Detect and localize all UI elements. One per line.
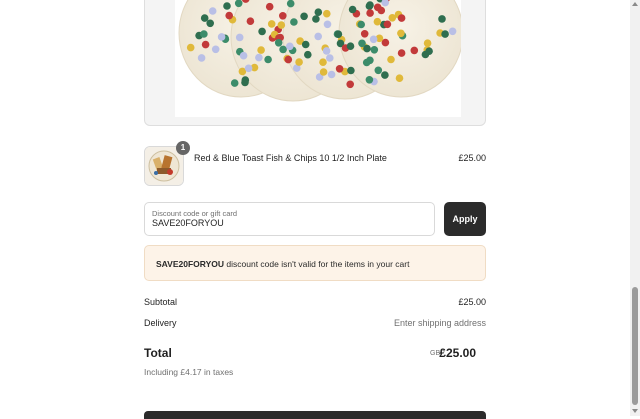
item-title: Red & Blue Toast Fish & Chips 10 1/2 Inc… bbox=[194, 153, 387, 163]
notice-text: SAVE20FORYOU discount code isn't valid f… bbox=[156, 259, 409, 269]
pay-now-button[interactable] bbox=[144, 411, 486, 419]
subtotal-label: Subtotal bbox=[144, 297, 178, 307]
delivery-label: Delivery bbox=[144, 318, 177, 328]
scroll-down-arrow-icon[interactable] bbox=[632, 409, 638, 413]
cart-line-item[interactable]: 1 Red & Blue Toast Fish & Chips 10 1/2 I… bbox=[144, 141, 486, 187]
scroll-up-arrow-icon[interactable] bbox=[632, 2, 638, 6]
discount-field-label: Discount code or gift card bbox=[152, 209, 238, 218]
subtotal-value: £25.00 bbox=[458, 297, 486, 307]
checkout-summary-panel: 1 Red & Blue Toast Fish & Chips 10 1/2 I… bbox=[0, 0, 630, 419]
item-price: £25.00 bbox=[458, 153, 486, 163]
discount-error-notice: SAVE20FORYOU discount code isn't valid f… bbox=[144, 245, 486, 281]
apply-button[interactable]: Apply bbox=[444, 202, 486, 236]
product-image bbox=[175, 0, 461, 117]
notice-message: discount code isn't valid for the items … bbox=[224, 259, 410, 269]
discount-input[interactable] bbox=[152, 218, 422, 228]
discount-field[interactable]: Discount code or gift card bbox=[144, 202, 435, 236]
total-value: £25.00 bbox=[439, 346, 476, 360]
product-image-card bbox=[144, 0, 486, 126]
scrollbar[interactable] bbox=[630, 0, 640, 416]
quantity-badge: 1 bbox=[176, 141, 190, 155]
taxes-note: Including £4.17 in taxes bbox=[144, 367, 234, 377]
notice-code: SAVE20FORYOU bbox=[156, 259, 225, 269]
total-label: Total bbox=[144, 346, 172, 360]
polka-dot-plates-image bbox=[178, 0, 461, 102]
scrollbar-thumb[interactable] bbox=[632, 287, 638, 405]
delivery-value: Enter shipping address bbox=[393, 318, 486, 328]
